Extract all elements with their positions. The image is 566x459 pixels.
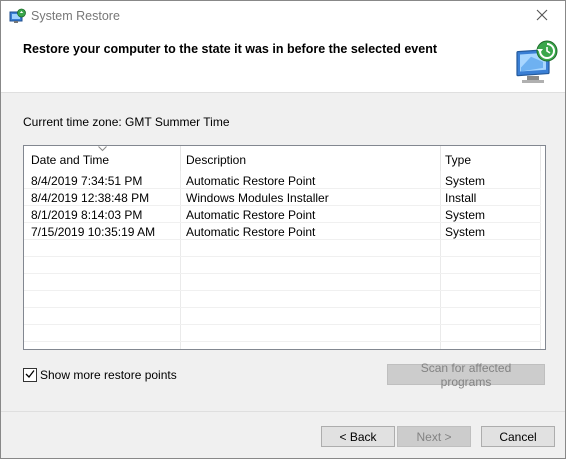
column-header-label: Type: [445, 153, 472, 167]
row-type: Install: [445, 191, 477, 205]
row-type: System: [445, 208, 486, 222]
monitor-restore-icon: [513, 38, 561, 86]
column-header-label: Description: [186, 153, 247, 167]
row-type: System: [445, 174, 486, 188]
footer-divider: [1, 411, 565, 412]
table-row[interactable]: 8/4/2019 7:34:51 PM Automatic Restore Po…: [24, 172, 541, 189]
row-description: Automatic Restore Point: [186, 174, 316, 188]
row-divider: [24, 290, 541, 291]
page-heading: Restore your computer to the state it wa…: [23, 42, 437, 56]
restore-points-list[interactable]: Date and Time Description Type 8/4/2019 …: [23, 145, 546, 350]
row-divider: [24, 324, 541, 325]
row-divider: [24, 273, 541, 274]
row-description: Automatic Restore Point: [186, 225, 316, 239]
timezone-label: Current time zone: GMT Summer Time: [23, 115, 230, 129]
table-row[interactable]: 8/4/2019 12:38:48 PM Windows Modules Ins…: [24, 189, 541, 206]
scan-affected-programs-button[interactable]: Scan for affected programs: [387, 361, 545, 389]
title-bar[interactable]: System Restore: [1, 1, 565, 32]
row-type: System: [445, 225, 486, 239]
checkmark-icon: [25, 368, 35, 382]
column-header-label: Date and Time: [31, 153, 110, 167]
system-restore-window: System Restore Restore your computer to …: [0, 0, 566, 459]
close-button[interactable]: [519, 1, 565, 32]
row-description: Automatic Restore Point: [186, 208, 316, 222]
column-header-description[interactable]: Description: [181, 146, 440, 171]
row-date: 7/15/2019 10:35:19 AM: [31, 225, 156, 239]
table-row[interactable]: 7/15/2019 10:35:19 AM Automatic Restore …: [24, 223, 541, 240]
column-header-type[interactable]: Type: [441, 146, 540, 171]
row-date: 8/4/2019 7:34:51 PM: [31, 174, 143, 188]
header-divider: [540, 146, 541, 171]
checkbox-box[interactable]: [23, 368, 37, 382]
close-icon: [536, 9, 548, 24]
show-more-restore-points-checkbox[interactable]: Show more restore points: [23, 367, 177, 383]
row-divider: [24, 341, 541, 342]
window-title: System Restore: [31, 9, 120, 23]
row-divider: [24, 256, 541, 257]
checkbox-label: Show more restore points: [40, 368, 177, 382]
list-header: Date and Time Description Type: [24, 146, 541, 171]
back-button[interactable]: < Back: [321, 426, 395, 447]
row-date: 8/1/2019 8:14:03 PM: [31, 208, 143, 222]
column-header-date[interactable]: Date and Time: [24, 146, 180, 171]
table-row[interactable]: 8/1/2019 8:14:03 PM Automatic Restore Po…: [24, 206, 541, 223]
next-button[interactable]: Next >: [397, 426, 471, 447]
cancel-button[interactable]: Cancel: [481, 426, 555, 447]
row-description: Windows Modules Installer: [186, 191, 329, 205]
system-restore-icon: [9, 8, 27, 26]
row-divider: [24, 307, 541, 308]
row-date: 8/4/2019 12:38:48 PM: [31, 191, 150, 205]
header-band: Restore your computer to the state it wa…: [1, 32, 565, 93]
